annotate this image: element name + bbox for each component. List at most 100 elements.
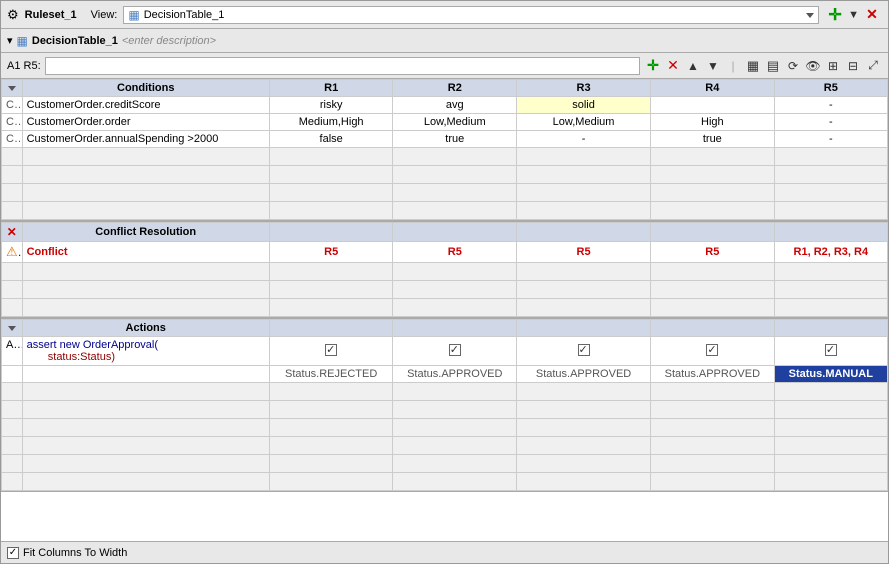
col-arrow-header [2, 80, 23, 97]
a1-status-id [2, 366, 23, 383]
toolbar-icon-group: ✛ ✕ ▲ ▼ | ▦ ▤ ⟳ 👁 ⊞ ⊟ ⤢ [644, 57, 882, 75]
table-area: Conditions R1 R2 R3 R4 R5 C1 CustomerOrd… [1, 79, 888, 541]
conditions-filler-3 [2, 184, 888, 202]
tab-name[interactable]: DecisionTable_1 [32, 35, 118, 47]
checkbox-icon [706, 344, 718, 356]
c3-r5[interactable]: - [774, 131, 887, 148]
conditions-filler-1 [2, 148, 888, 166]
c1-r5[interactable]: - [774, 97, 887, 114]
a1-r3-status[interactable]: Status.APPROVED [517, 366, 651, 383]
actions-filler-5 [2, 455, 888, 473]
a1-r3-check[interactable] [517, 337, 651, 366]
c3-r4[interactable]: true [651, 131, 775, 148]
checkbox-icon [578, 344, 590, 356]
actions-r1-header [269, 320, 393, 337]
conflict-r5-cell[interactable]: R1, R2, R3, R4 [774, 242, 887, 263]
action-param: status:Status) [39, 351, 115, 363]
c1-r4[interactable] [651, 97, 775, 114]
c3-r2[interactable]: true [393, 131, 517, 148]
conflict-filler-1 [2, 263, 888, 281]
actions-collapse-icon[interactable] [8, 326, 16, 331]
conflict-x-icon: ✕ [7, 225, 17, 239]
r1-col-header: R1 [269, 80, 393, 97]
a1-id: A1 [2, 337, 23, 366]
up-icon[interactable]: ▲ [684, 57, 702, 75]
c2-r3[interactable]: Low,Medium [517, 114, 651, 131]
a1-status-label [22, 366, 269, 383]
tab-bar: ▾ ▦ DecisionTable_1 <enter description> [1, 29, 888, 53]
c3-r3[interactable]: - [517, 131, 651, 148]
down-icon[interactable]: ▼ [704, 57, 722, 75]
c2-arrow: C2 [2, 114, 23, 131]
a1-r5-status[interactable]: Status.MANUAL [774, 366, 887, 383]
refresh-icon[interactable]: ⟳ [784, 57, 802, 75]
condition-row: C3 CustomerOrder.annualSpending >2000 fa… [2, 131, 888, 148]
actions-section: Actions A1 assert new OrderApproval( st [1, 319, 888, 492]
actions-r4-header [651, 320, 775, 337]
r4-col-header: R4 [651, 80, 775, 97]
conflict-filler-3 [2, 299, 888, 317]
actions-filler-2 [2, 401, 888, 419]
checkbox-icon [325, 344, 337, 356]
cell-input[interactable] [45, 57, 640, 75]
a1-r5-check[interactable] [774, 337, 887, 366]
c2-r2[interactable]: Low,Medium [393, 114, 517, 131]
c2-r5[interactable]: - [774, 114, 887, 131]
a1-r1-check[interactable] [269, 337, 393, 366]
c1-r2[interactable]: avg [393, 97, 517, 114]
a1-r4-status[interactable]: Status.APPROVED [651, 366, 775, 383]
c2-r1[interactable]: Medium,High [269, 114, 393, 131]
conflict-r1-cell[interactable]: R5 [269, 242, 393, 263]
conditions-filler-2 [2, 166, 888, 184]
grid-icon[interactable]: ▦ [744, 57, 762, 75]
a1-r1-status[interactable]: Status.REJECTED [269, 366, 393, 383]
c1-label[interactable]: CustomerOrder.creditScore [22, 97, 269, 114]
c2-label[interactable]: CustomerOrder.order [22, 114, 269, 131]
actions-col-header: Actions [22, 320, 269, 337]
remove-row-icon[interactable]: ✕ [664, 57, 682, 75]
c1-r1[interactable]: risky [269, 97, 393, 114]
a1-r2-status[interactable]: Status.APPROVED [393, 366, 517, 383]
a1-r4-check[interactable] [651, 337, 775, 366]
condition-row: C1 CustomerOrder.creditScore risky avg s… [2, 97, 888, 114]
add-row-icon[interactable]: ✛ [644, 57, 662, 75]
conflict-filler-2 [2, 281, 888, 299]
c3-r1[interactable]: false [269, 131, 393, 148]
add-column-button[interactable]: ✛ [825, 5, 845, 25]
eye-icon[interactable]: 👁 [804, 57, 822, 75]
conflict-r2-cell[interactable]: R5 [393, 242, 517, 263]
table-icon: ▦ [17, 34, 28, 48]
r5-col-header: R5 [774, 80, 887, 97]
conflict-r4-cell[interactable]: R5 [651, 242, 775, 263]
toolbar-button-2[interactable]: ▼ [848, 9, 859, 21]
grid-icon-2[interactable]: ▤ [764, 57, 782, 75]
conflict-r2-header [393, 223, 517, 242]
conflict-r1-header [269, 223, 393, 242]
conflict-r5-header [774, 223, 887, 242]
conflict-r3-header [517, 223, 651, 242]
collapse-icon[interactable] [8, 86, 16, 91]
a1-r2-check[interactable] [393, 337, 517, 366]
view-selector[interactable]: ▦ DecisionTable_1 [123, 6, 819, 24]
actions-filler-1 [2, 383, 888, 401]
fit-checkbox[interactable]: ✓ [7, 547, 19, 559]
conditions-col-header: Conditions [22, 80, 269, 97]
col-icon[interactable]: ⊟ [844, 57, 862, 75]
a1-label[interactable]: assert new OrderApproval( status:Status) [22, 337, 269, 366]
plus-icon: ✛ [828, 5, 841, 25]
actions-filler-6 [2, 473, 888, 491]
c3-label[interactable]: CustomerOrder.annualSpending >2000 [22, 131, 269, 148]
conflict-row: ⚠ Conflict R5 R5 R5 R5 R1, R2, R3, R4 [2, 242, 888, 263]
delete-button[interactable]: ✕ [862, 5, 882, 25]
c2-r4[interactable]: High [651, 114, 775, 131]
c1-r3[interactable]: solid [517, 97, 651, 114]
fit-columns-label: Fit Columns To Width [23, 547, 127, 559]
conflict-col-header: Conflict Resolution [22, 223, 269, 242]
separator: | [724, 57, 742, 75]
split-icon[interactable]: ⊞ [824, 57, 842, 75]
action-status-row: Status.REJECTED Status.APPROVED Status.A… [2, 366, 888, 383]
conflict-label-cell: Conflict [22, 242, 269, 263]
conflict-r3-cell[interactable]: R5 [517, 242, 651, 263]
view-selector-text: DecisionTable_1 [144, 9, 225, 21]
expand-icon[interactable]: ⤢ [864, 57, 882, 75]
